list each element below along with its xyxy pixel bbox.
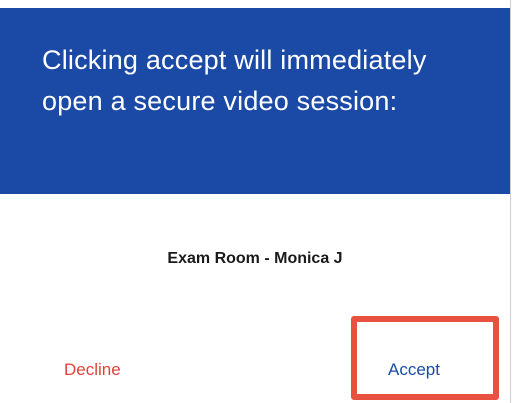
top-edge [0,0,519,8]
dialog-header: Clicking accept will immediately open a … [0,8,510,194]
accept-button[interactable]: Accept [388,360,440,380]
decline-button[interactable]: Decline [64,360,121,380]
video-session-dialog: Clicking accept will immediately open a … [0,8,510,403]
screen: Clicking accept will immediately open a … [0,0,519,403]
right-edge-divider [510,0,519,403]
session-name: Exam Room - Monica J [167,250,343,267]
dialog-message: Clicking accept will immediately open a … [42,45,427,116]
